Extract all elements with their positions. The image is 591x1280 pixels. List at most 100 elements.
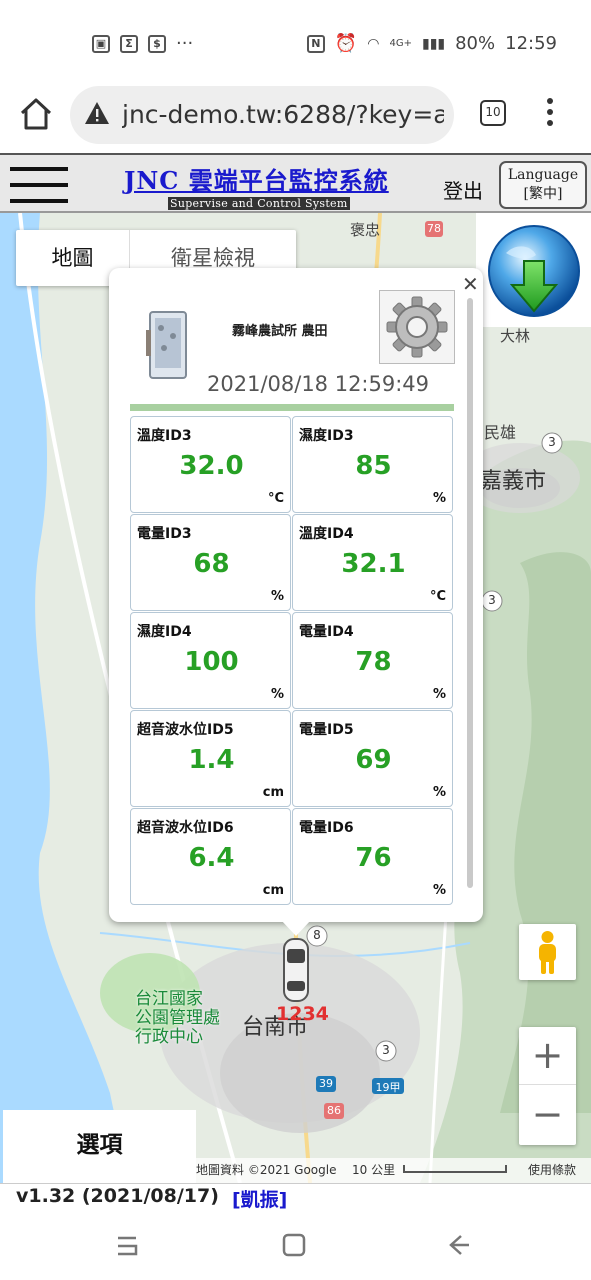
- company-link[interactable]: [凱振]: [232, 1185, 287, 1212]
- sensor-card: 電量ID4 78 %: [292, 612, 453, 709]
- info-divider: [130, 404, 454, 411]
- device-marker-icon[interactable]: [276, 935, 316, 1007]
- road-shield: 19甲: [375, 1081, 401, 1094]
- version-bar: v1.32 (2021/08/17) [凱振]: [0, 1183, 591, 1212]
- sensor-card: 電量ID3 68 %: [130, 514, 291, 611]
- warning-icon[interactable]: [84, 101, 110, 125]
- terms-link[interactable]: 使用條款: [528, 1161, 576, 1178]
- road-shield: 86: [327, 1104, 341, 1117]
- sensor-value: 1.4: [188, 745, 235, 775]
- logout-link[interactable]: 登出: [443, 175, 483, 204]
- zoom-control: + −: [519, 1027, 576, 1145]
- sensor-card: 溫度ID4 32.1 °C: [292, 514, 453, 611]
- language-value: [繁中]: [523, 186, 563, 202]
- signal-icon: ▮▮▮: [421, 35, 446, 52]
- sensor-unit: %: [432, 687, 446, 702]
- sensor-value: 85: [355, 451, 392, 481]
- sensor-value: 100: [184, 647, 239, 677]
- sensor-value: 78: [355, 647, 392, 677]
- info-window-pointer: [281, 920, 311, 936]
- options-button[interactable]: 選項: [3, 1110, 196, 1183]
- app-header: JNC 雲端平台監控系統 Supervise and Control Syste…: [0, 153, 591, 213]
- settings-button[interactable]: [379, 290, 455, 364]
- device-photo: [146, 311, 187, 379]
- info-scrollbar[interactable]: [467, 298, 473, 888]
- sensor-value: 32.0: [179, 451, 244, 481]
- sensor-label: 溫度ID4: [299, 526, 354, 542]
- sensor-unit: %: [270, 589, 284, 604]
- tab-switcher-button[interactable]: 10: [480, 100, 506, 126]
- globe-download-icon: [488, 225, 580, 317]
- browser-menu-icon[interactable]: [546, 98, 554, 130]
- street-view-button[interactable]: [519, 924, 576, 980]
- zoom-in-button[interactable]: +: [519, 1027, 576, 1085]
- sensor-unit: %: [432, 883, 446, 898]
- close-icon[interactable]: ✕: [462, 272, 479, 296]
- device-name: 霧峰農試所 農田: [232, 324, 328, 339]
- road-shield: 3: [382, 1043, 390, 1057]
- sensor-card: 電量ID6 76 %: [292, 808, 453, 905]
- shop-notification-icon: $: [148, 34, 166, 53]
- zoom-out-button[interactable]: −: [519, 1086, 576, 1144]
- sensor-label: 超音波水位ID6: [137, 820, 234, 836]
- sensor-value: 68: [193, 549, 230, 579]
- sigma-notification-icon: Σ: [120, 34, 138, 53]
- sensor-unit: %: [432, 491, 446, 506]
- road-shield: 39: [319, 1077, 333, 1090]
- sensor-card: 溫度ID3 32.0 °C: [130, 416, 291, 513]
- sensor-label: 濕度ID3: [299, 428, 354, 444]
- map-attribution: 地圖資料 ©2021 Google 10 公里 使用條款: [196, 1158, 591, 1183]
- sensor-label: 電量ID3: [137, 526, 192, 542]
- sensor-label: 電量ID5: [299, 722, 354, 738]
- back-nav-icon[interactable]: [445, 1232, 471, 1258]
- sensor-label: 電量ID4: [299, 624, 354, 640]
- sensor-value: 32.1: [341, 549, 406, 579]
- sensor-card: 濕度ID3 85 %: [292, 416, 453, 513]
- map-scale-label[interactable]: 10 公里: [352, 1161, 395, 1178]
- map-label-chiayi: 嘉義市: [480, 469, 547, 494]
- sensor-value: 69: [355, 745, 392, 775]
- device-marker-label: 1234: [276, 1003, 329, 1025]
- map-label-baozhong: 褒忠: [350, 221, 381, 239]
- download-globe-button[interactable]: [476, 213, 591, 327]
- sensor-label: 電量ID6: [299, 820, 354, 836]
- nfc-icon: N: [306, 34, 325, 53]
- sensor-label: 溫度ID3: [137, 428, 192, 444]
- map-copyright: 地圖資料 ©2021 Google: [196, 1163, 337, 1177]
- system-nav-bar: [0, 1210, 591, 1280]
- map-label-minxiong: 民雄: [484, 423, 517, 442]
- more-notifications-icon: ···: [176, 33, 194, 54]
- road-shield: 3: [548, 435, 556, 449]
- map-poi-taijiang[interactable]: 台江國家 公園管理處 行政中心: [135, 990, 220, 1047]
- browser-toolbar: jnc-demo.tw:6288/?key=a2 10: [0, 80, 591, 152]
- language-label: Language: [507, 167, 579, 183]
- update-timestamp: 2021/08/18 12:59:49: [207, 372, 430, 396]
- sensor-card: 濕度ID4 100 %: [130, 612, 291, 709]
- sensor-value: 76: [355, 843, 392, 873]
- sensor-card: 電量ID5 69 %: [292, 710, 453, 807]
- sensor-unit: cm: [262, 883, 284, 898]
- recent-apps-icon[interactable]: [114, 1232, 140, 1258]
- app-subtitle: Supervise and Control System: [168, 197, 350, 210]
- sensor-unit: cm: [262, 785, 284, 800]
- pegman-icon: [539, 931, 556, 974]
- alarm-icon: ⏰: [334, 33, 358, 54]
- home-nav-icon[interactable]: [281, 1232, 307, 1258]
- url-text: jnc-demo.tw:6288/?key=a2: [122, 100, 444, 129]
- address-bar[interactable]: jnc-demo.tw:6288/?key=a2: [70, 86, 454, 144]
- network-type: 4G+: [389, 38, 412, 49]
- road-shield: 3: [488, 593, 496, 607]
- home-icon[interactable]: [18, 96, 54, 132]
- language-button[interactable]: Language [繁中]: [499, 161, 587, 209]
- gallery-notification-icon: ▣: [92, 34, 110, 53]
- clock: 12:59: [505, 33, 557, 54]
- sensor-unit: °C: [429, 589, 446, 604]
- map-scale-bar[interactable]: [403, 1165, 507, 1173]
- wifi-icon: ◠: [367, 35, 380, 52]
- sensor-unit: %: [432, 785, 446, 800]
- sensor-value: 6.4: [188, 843, 235, 873]
- gear-icon: [386, 296, 448, 358]
- hamburger-menu-icon[interactable]: [10, 167, 68, 203]
- sensor-unit: %: [270, 687, 284, 702]
- sensor-label: 濕度ID4: [137, 624, 192, 640]
